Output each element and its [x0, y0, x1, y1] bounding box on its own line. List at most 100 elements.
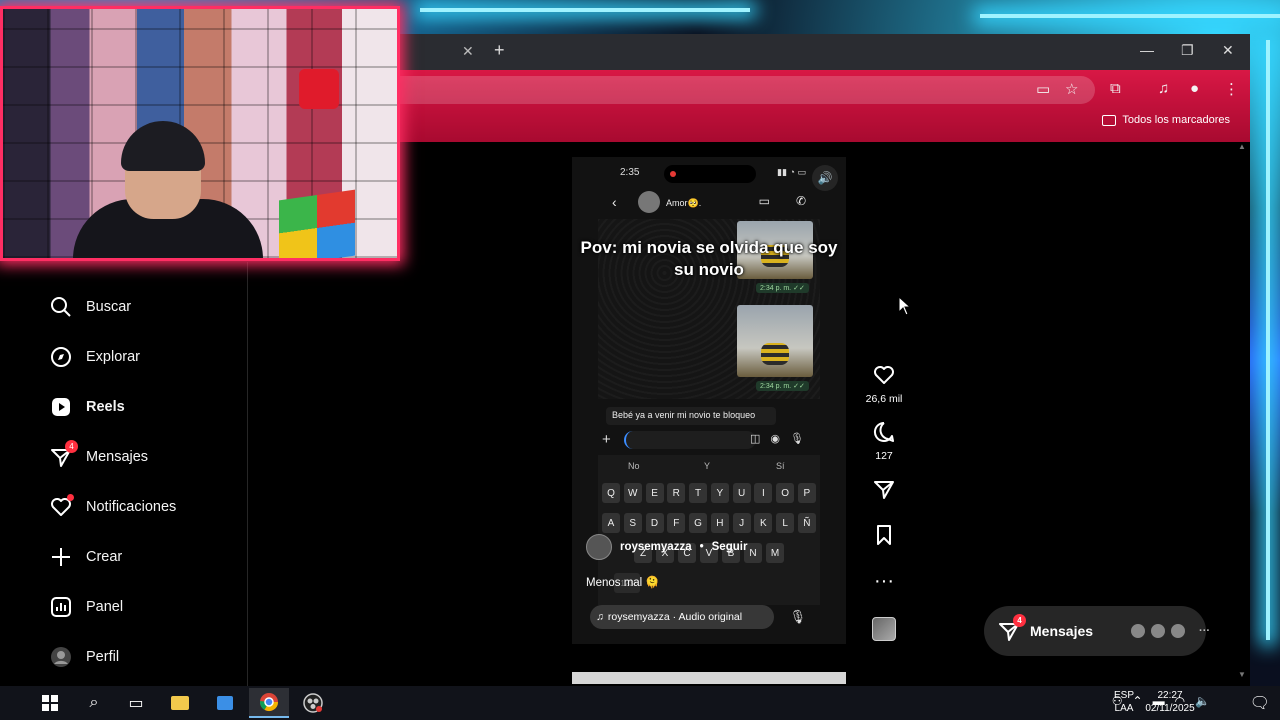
message-field [624, 431, 756, 449]
sidebar-item-crear[interactable]: Crear [50, 542, 122, 572]
save-button[interactable] [858, 524, 910, 551]
contact-name: Amor🥺. [666, 198, 702, 208]
sticker-image [737, 305, 813, 377]
signal-icon: ▮▮ ◔ ▭ [777, 167, 806, 177]
cast-icon[interactable]: ▭ [1036, 80, 1050, 98]
avatar [1129, 622, 1148, 640]
send-icon [858, 478, 910, 505]
reel-caption: Pov: mi novia se olvida que soy su novio [580, 238, 838, 279]
back-icon: ‹ [612, 194, 617, 210]
audio-label: roysemyazza · Audio original [607, 611, 743, 623]
key: H [710, 513, 729, 533]
sidebar-item-mensajes[interactable]: 4 Mensajes [50, 440, 148, 472]
chrome-icon[interactable] [249, 688, 289, 718]
music-icon: ♫ [596, 611, 604, 623]
task-view-icon[interactable]: ▭ [116, 688, 156, 718]
key: U [732, 483, 751, 503]
extensions-icon[interactable]: ⧉ [1110, 80, 1121, 97]
scroll-down-icon[interactable]: ▼ [1238, 670, 1246, 679]
sticker-stripes [761, 343, 789, 365]
bookmark-icon [858, 524, 910, 551]
messages-popup-button[interactable]: 4 Mensajes ··· [984, 606, 1210, 656]
minimize-button[interactable]: — [1140, 42, 1154, 58]
sidebar-item-label: Notificaciones [86, 499, 177, 515]
volume-icon[interactable]: 🔈 [1195, 694, 1210, 708]
like-button[interactable]: 26,6 mil [858, 364, 910, 405]
messages-label: Mensajes [1030, 623, 1094, 639]
comment-count: 127 [875, 450, 893, 462]
messenger-icon: 4 [998, 614, 1026, 642]
plus-icon: + [602, 431, 611, 448]
dot-separator: • [699, 541, 704, 553]
red-cup [299, 69, 339, 109]
messages-badge: 4 [65, 440, 78, 453]
key: R [667, 483, 686, 503]
sidebar-item-notificaciones[interactable]: Notificaciones [50, 492, 176, 522]
clock[interactable]: 22:27 02/11/2025 [1143, 689, 1197, 715]
reel-author[interactable]: roysemyazza • Seguir [586, 534, 748, 560]
key: F [667, 513, 686, 533]
tab-close-icon[interactable]: ✕ [462, 43, 474, 60]
address-bar[interactable] [300, 76, 1095, 104]
follow-button[interactable]: Seguir [712, 541, 748, 553]
language-indicator[interactable]: ESP LAA [1114, 689, 1134, 715]
notification-center-icon[interactable]: 🗨 [1250, 693, 1270, 713]
search-icon[interactable]: ⌕ [74, 688, 114, 718]
bookmarks-label: Todos los marcadores [1122, 114, 1230, 126]
restore-button[interactable]: ❐ [1181, 42, 1194, 59]
scroll-up-icon[interactable]: ▲ [1238, 142, 1246, 151]
reel-video[interactable]: 2:35 ▮▮ ◔ ▭ 🔊 ‹ Amor🥺. ▭ ✆ 2:34 p. m. ✓✓… [572, 157, 846, 644]
unmute-button[interactable]: 🔊 [812, 165, 838, 191]
profile-icon[interactable]: ● [1190, 80, 1199, 97]
author-username[interactable]: roysemyazza [620, 541, 692, 553]
share-button[interactable] [858, 478, 910, 505]
neon-line-top-left [420, 8, 750, 12]
windows-taskbar: ⌕ ▭ ⚇ ⌃ ▬ ◠ 🔈 ESP LAA 22:27 02/11/2025 🗨 [0, 686, 1280, 720]
sidebar-item-label: Reels [86, 399, 125, 415]
key: M [766, 543, 784, 563]
new-tab-button[interactable]: + [494, 40, 505, 61]
all-bookmarks-button[interactable]: Todos los marcadores [1102, 114, 1230, 126]
star-icon[interactable]: ☆ [1065, 80, 1078, 98]
windows-start-icon[interactable] [30, 688, 70, 718]
media-icon[interactable]: ♫ [1158, 80, 1169, 97]
sidebar-item-reels[interactable]: Reels [50, 392, 125, 422]
menu-icon[interactable]: ⋮ [1224, 80, 1239, 98]
audio-thumbnail[interactable] [872, 617, 896, 641]
sidebar-item-explorar[interactable]: Explorar [50, 342, 140, 372]
contact-avatar [638, 191, 660, 213]
more-options-button[interactable]: ··· [858, 570, 910, 592]
more-icon: ··· [1199, 625, 1211, 637]
neon-line-right [1266, 40, 1270, 640]
author-avatar[interactable] [586, 534, 612, 560]
file-explorer-icon[interactable] [160, 688, 200, 718]
sidebar-item-label: Explorar [86, 349, 140, 365]
avatar [1149, 622, 1168, 640]
sidebar-item-perfil[interactable]: Perfil [50, 642, 119, 672]
comment-button[interactable]: 127 [858, 421, 910, 462]
phone-status-bar: 2:35 ▮▮ ◔ ▭ [572, 165, 846, 183]
obs-icon[interactable] [293, 688, 333, 718]
mouse-cursor-icon [898, 295, 912, 321]
sidebar-item-panel[interactable]: Panel [50, 592, 123, 622]
horizontal-scrollbar[interactable] [572, 672, 846, 684]
clock-date: 02/11/2025 [1145, 703, 1195, 714]
key: J [732, 513, 751, 533]
reels-icon [50, 396, 72, 418]
like-count: 26,6 mil [865, 393, 903, 405]
compass-icon [50, 346, 72, 368]
messages-badge: 4 [1013, 614, 1026, 627]
store-icon[interactable] [205, 688, 245, 718]
audio-link[interactable]: ♫ roysemyazza · Audio original [590, 605, 774, 629]
more-icon: ··· [874, 570, 894, 592]
close-window-button[interactable]: ✕ [1222, 42, 1234, 59]
sidebar-item-label: Panel [86, 599, 124, 615]
search-icon [50, 296, 72, 318]
sidebar-item-buscar[interactable]: Buscar [50, 292, 131, 322]
key: Q [602, 483, 620, 503]
suggestion: Sí [776, 461, 785, 471]
rubiks-cube [279, 189, 355, 258]
sidebar-item-label: Crear [86, 549, 123, 565]
recent-chat-avatars [1129, 622, 1188, 640]
key: Y [710, 483, 729, 503]
